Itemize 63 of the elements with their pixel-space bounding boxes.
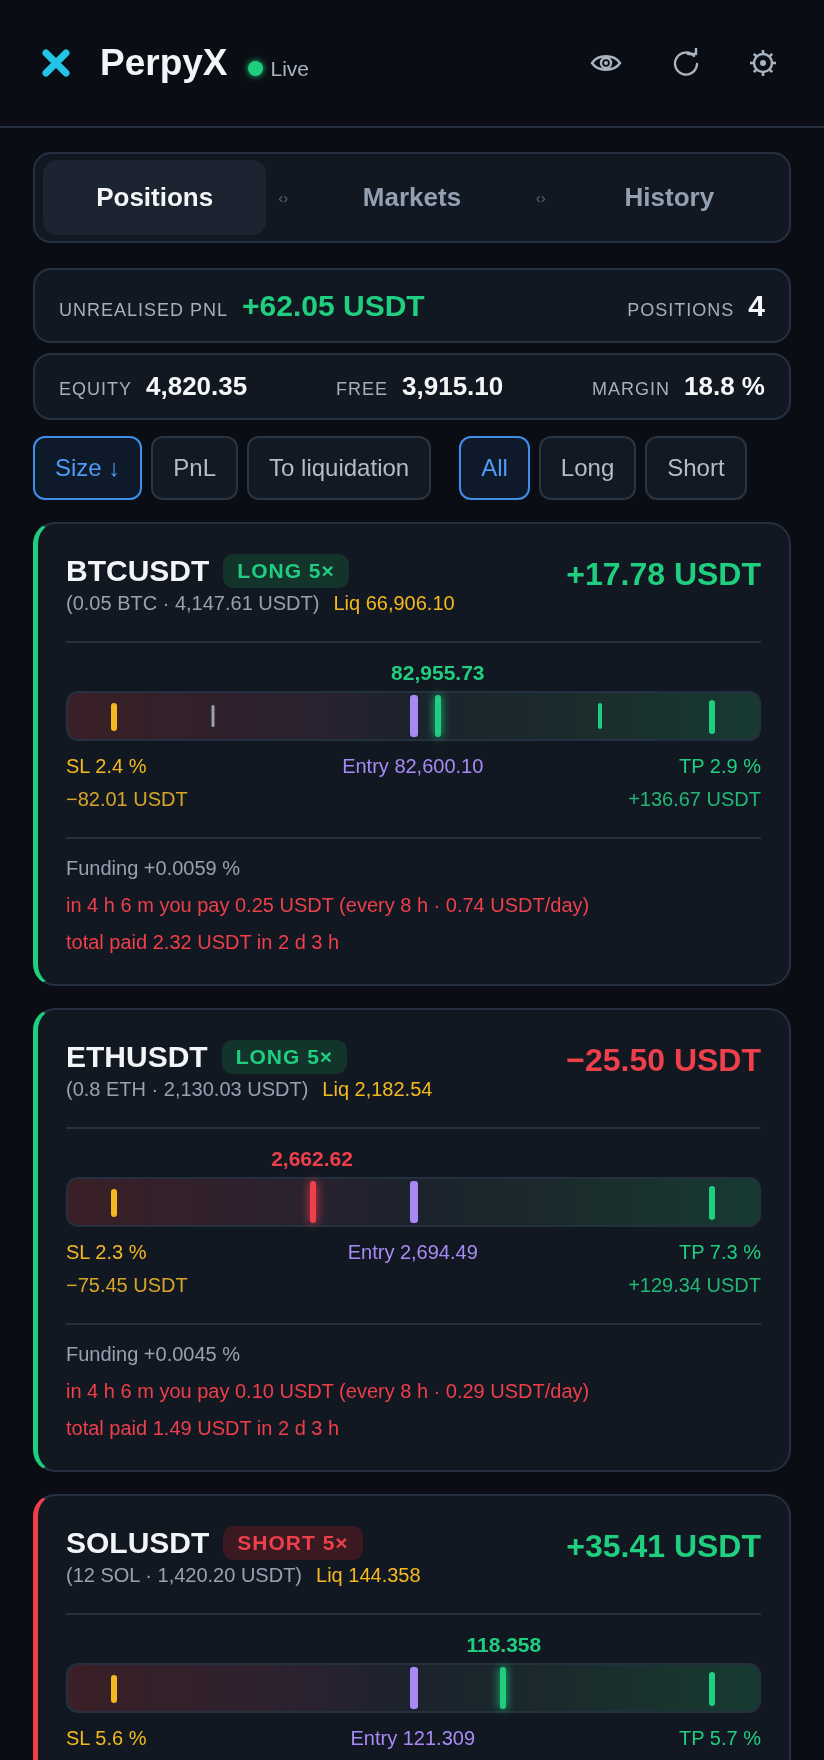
- stat-value: 4,820.35: [146, 371, 248, 402]
- stop-loss-amount: −75.45 USDT: [66, 1274, 188, 1297]
- symbol-label: ETHUSDT: [66, 1040, 208, 1074]
- take-profit-amount: +136.67 USDT: [628, 788, 761, 811]
- filter-chip[interactable]: Size ↓: [33, 436, 143, 500]
- funding-total: total paid 1.49 USDT in 2 d 3 h: [66, 1417, 341, 1440]
- filter-chip[interactable]: To liquidation: [247, 436, 432, 500]
- side-badge: LONG 5×: [221, 1040, 348, 1074]
- stop-loss-label: SL 2.3 %: [66, 1241, 147, 1264]
- cross-logo-icon: [42, 49, 70, 77]
- current-price: 118.358: [466, 1633, 542, 1657]
- take-profit-label: TP 2.9 %: [679, 755, 761, 778]
- pnl-value: −25.50 USDT: [566, 1042, 761, 1079]
- entry-label: Entry 121.309: [350, 1727, 475, 1750]
- tab-separator: ‹›: [534, 189, 547, 206]
- funding-rate: Funding +0.0045 %: [66, 1343, 242, 1366]
- stat-value: 3,915.10: [402, 371, 504, 402]
- stat-label: FREE: [336, 379, 389, 400]
- current-price: 2,662.62: [271, 1147, 353, 1171]
- side-badge: LONG 5×: [223, 554, 349, 588]
- entry-label: Entry 82,600.10: [342, 755, 484, 778]
- filter-chip[interactable]: Short: [645, 436, 747, 500]
- stat-label: POSITIONS: [627, 299, 735, 321]
- stat-label: MARGIN: [592, 379, 671, 400]
- filter-chip[interactable]: All: [459, 436, 530, 500]
- pnl-value: +62.05 USDT: [242, 288, 425, 323]
- tab[interactable]: Markets: [300, 160, 524, 235]
- stat-label: UNREALISED PNL: [59, 299, 229, 321]
- stat-value: 18.8 %: [684, 371, 765, 402]
- tab-separator: ‹›: [277, 189, 290, 206]
- take-profit-label: TP 5.7 %: [679, 1727, 761, 1750]
- filter-chip[interactable]: Long: [538, 436, 637, 500]
- take-profit-label: TP 7.3 %: [679, 1241, 761, 1264]
- status-label: Live: [270, 57, 310, 81]
- take-profit-amount: +129.34 USDT: [628, 1274, 761, 1297]
- current-price: 82,955.73: [391, 661, 485, 685]
- funding-schedule: in 4 h 6 m you pay 0.25 USDT (every 8 h · 0.74 USDT/day): [66, 894, 591, 917]
- stop-loss-label: SL 5.6 %: [66, 1727, 147, 1750]
- pnl-value: +17.78 USDT: [566, 556, 761, 593]
- entry-label: Entry 2,694.49: [347, 1241, 478, 1264]
- position-size: (0.8 ETH · 2,130.03 USDT): [66, 1078, 309, 1101]
- stop-loss-amount: −82.01 USDT: [66, 788, 188, 811]
- tab[interactable]: Positions: [43, 160, 267, 235]
- tab[interactable]: History: [557, 160, 781, 235]
- liquidation-price: Liq 2,182.54: [322, 1078, 433, 1101]
- stat-label: EQUITY: [59, 379, 132, 400]
- stop-loss-label: SL 2.4 %: [66, 755, 147, 778]
- pnl-value: +35.41 USDT: [566, 1528, 761, 1565]
- position-size: (12 SOL · 1,420.20 USDT): [66, 1564, 303, 1587]
- symbol-label: BTCUSDT: [66, 554, 210, 588]
- funding-schedule: in 4 h 6 m you pay 0.10 USDT (every 8 h · 0.29 USDT/day): [66, 1380, 591, 1403]
- side-badge: SHORT 5×: [223, 1526, 363, 1560]
- settings-icon: [748, 48, 778, 78]
- position-size: (0.05 BTC · 4,147.61 USDT): [66, 592, 320, 615]
- app-title: PerpyX: [100, 42, 228, 84]
- symbol-label: SOLUSDT: [66, 1526, 210, 1560]
- filter-chip[interactable]: PnL: [151, 436, 239, 500]
- stat-value: 4: [748, 288, 765, 323]
- funding-rate: Funding +0.0059 %: [66, 857, 242, 880]
- funding-total: total paid 2.32 USDT in 2 d 3 h: [66, 931, 341, 954]
- eye-icon: [590, 52, 622, 74]
- liquidation-price: Liq 144.358: [316, 1564, 421, 1587]
- liquidation-price: Liq 66,906.10: [333, 592, 455, 615]
